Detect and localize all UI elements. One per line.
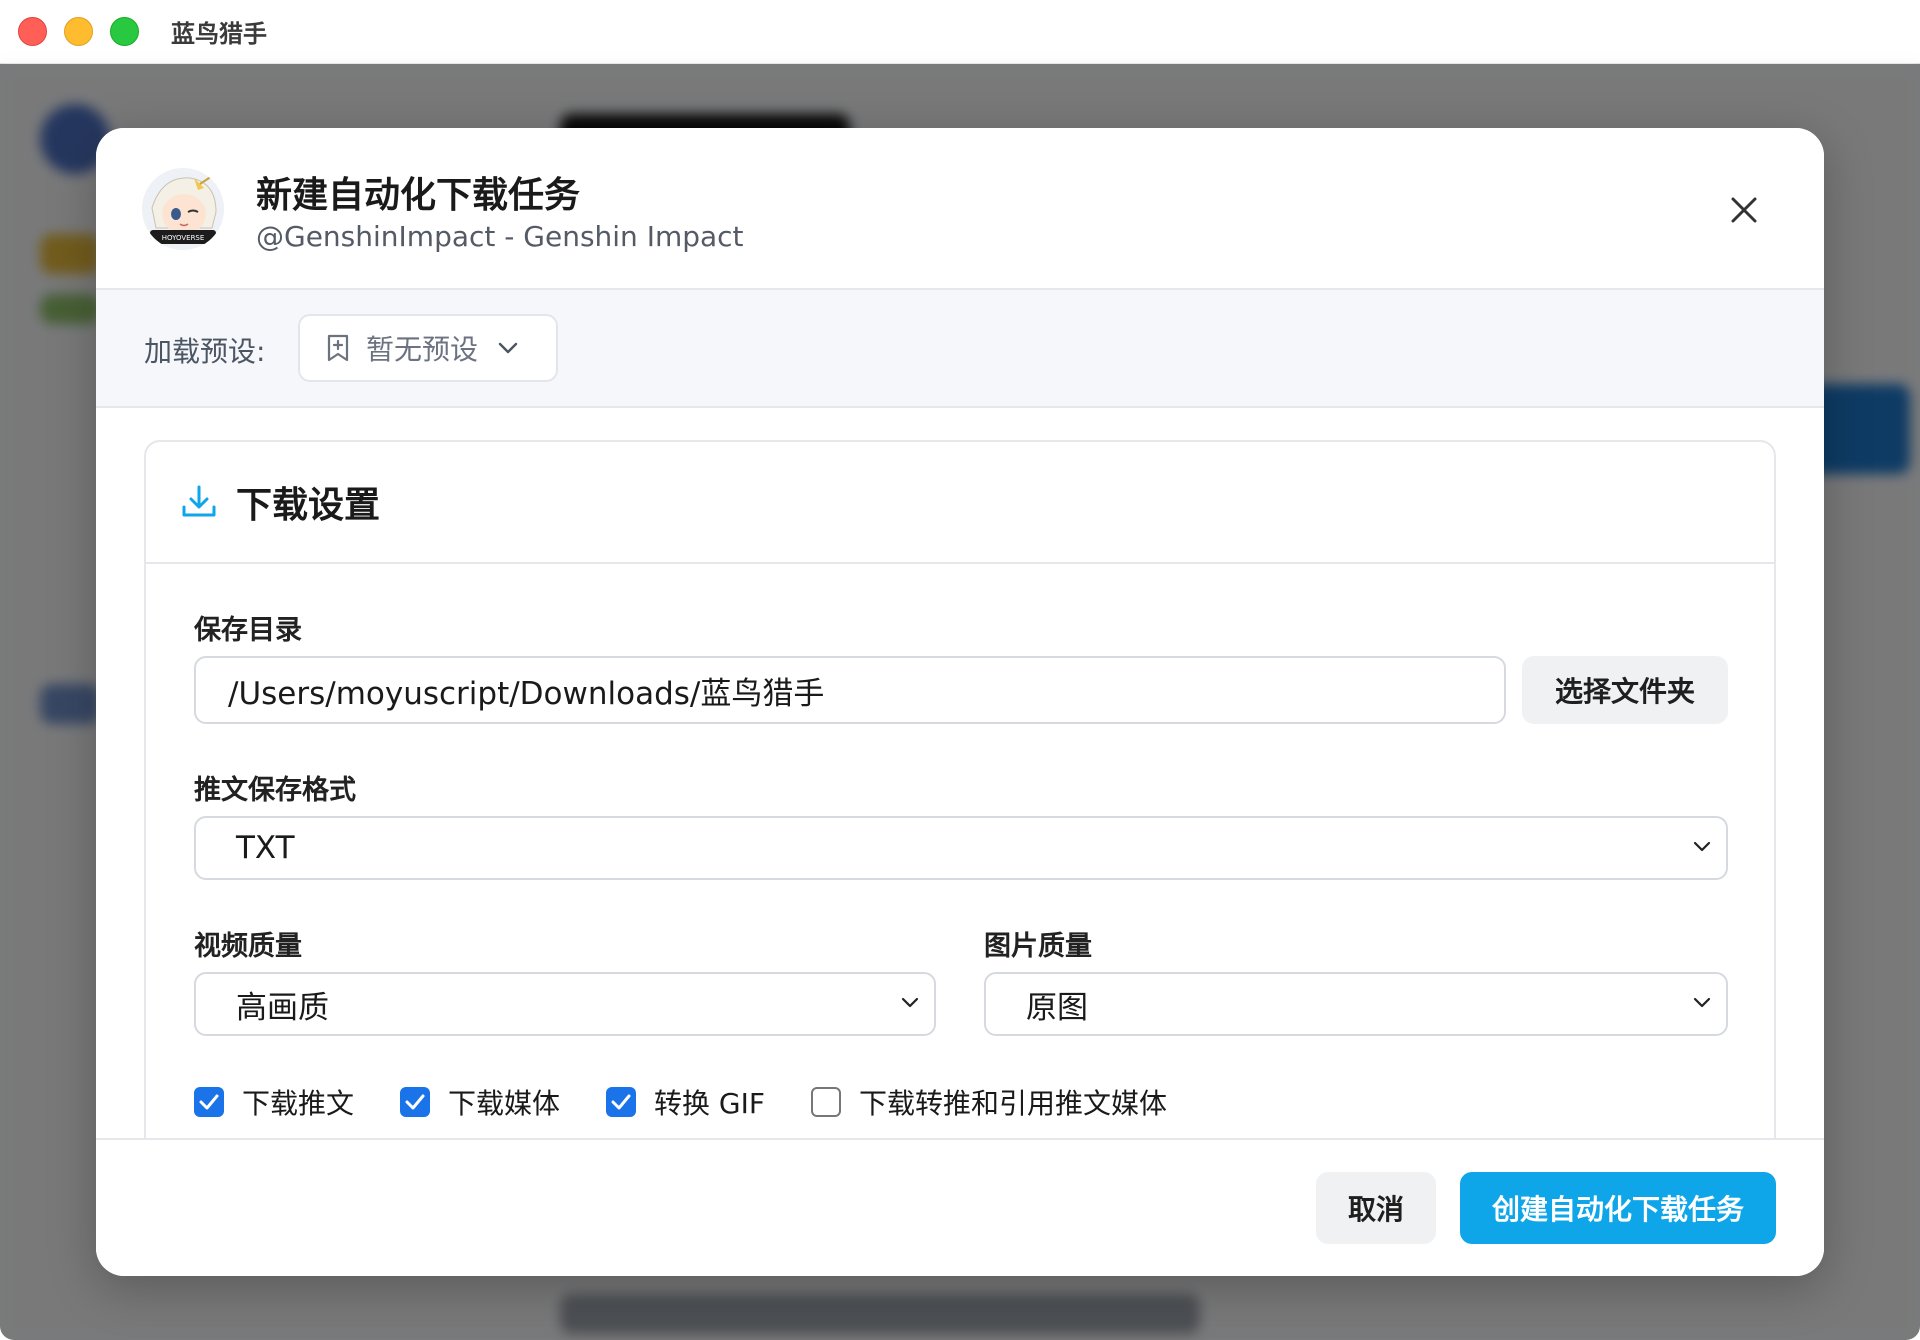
choose-folder-button[interactable]: 选择文件夹: [1522, 656, 1728, 724]
close-icon: [1731, 197, 1757, 223]
image-quality-select[interactable]: 原图: [984, 972, 1728, 1036]
checkmark-icon: [199, 1094, 219, 1110]
avatar: HOYOVERSE: [142, 168, 224, 250]
download-options: 下载推文 下载媒体 转换 GIF 下载转推和引用推文媒体: [194, 1082, 1213, 1122]
create-task-button[interactable]: 创建自动化下载任务: [1460, 1172, 1776, 1244]
window-title: 蓝鸟猎手: [171, 20, 267, 48]
preset-value: 暂无预设: [366, 333, 479, 366]
svg-text:HOYOVERSE: HOYOVERSE: [162, 234, 205, 242]
chevron-down-icon: [498, 342, 518, 354]
download-settings-header: 下载设置: [146, 442, 1774, 564]
checkmark-icon: [611, 1094, 631, 1110]
checkbox-label: 转换 GIF: [654, 1087, 765, 1120]
dialog-header: HOYOVERSE 新建自动化下载任务 @GenshinImpact - Gen…: [96, 128, 1824, 290]
dialog-footer: 取消 创建自动化下载任务: [96, 1138, 1824, 1276]
dialog-close-button[interactable]: [1716, 182, 1772, 238]
dialog-title: 新建自动化下载任务: [256, 175, 581, 216]
preset-label: 加载预设:: [144, 335, 266, 368]
checkbox-label: 下载推文: [242, 1087, 355, 1120]
checkbox-checked[interactable]: [400, 1087, 431, 1117]
checkbox-checked[interactable]: [606, 1087, 637, 1117]
image-quality-value: 原图: [1026, 989, 1088, 1026]
preset-dropdown[interactable]: 暂无预设: [298, 314, 558, 382]
download-media-checkbox[interactable]: 下载媒体: [400, 1082, 560, 1122]
bookmark-plus-icon: [327, 334, 349, 362]
tweet-format-select[interactable]: TXT: [194, 816, 1728, 880]
app-window: 蓝鸟猎手 HOYOVERSE 新建自动化下载任务 @GenshinImpact …: [0, 0, 1920, 1340]
chevron-down-icon: [1693, 997, 1711, 1008]
preset-bar: 加载预设: 暂无预设: [96, 290, 1824, 408]
checkbox-unchecked[interactable]: [811, 1087, 841, 1117]
avatar-image: HOYOVERSE: [142, 168, 224, 250]
window-controls: [18, 17, 139, 46]
checkbox-checked[interactable]: [194, 1087, 224, 1117]
download-settings-title: 下载设置: [236, 485, 381, 526]
video-quality-value: 高画质: [236, 989, 329, 1026]
checkbox-label: 下载转推和引用推文媒体: [859, 1087, 1168, 1120]
chevron-down-icon: [901, 997, 919, 1008]
video-quality-select[interactable]: 高画质: [194, 972, 936, 1036]
save-dir-input[interactable]: /Users/moyuscript/Downloads/蓝鸟猎手: [194, 656, 1506, 724]
image-quality-label: 图片质量: [984, 931, 1092, 962]
checkmark-icon: [405, 1094, 425, 1110]
window-maximize-button[interactable]: [110, 17, 139, 46]
chevron-down-icon: [1693, 841, 1711, 852]
video-quality-label: 视频质量: [194, 931, 302, 962]
tweet-format-value: TXT: [236, 830, 295, 866]
window-minimize-button[interactable]: [64, 17, 93, 46]
window-close-button[interactable]: [18, 17, 47, 46]
tweet-format-label: 推文保存格式: [194, 775, 356, 806]
download-retweet-media-checkbox[interactable]: 下载转推和引用推文媒体: [811, 1082, 1167, 1122]
download-settings-card: 下载设置 保存目录 /Users/moyuscript/Downloads/蓝鸟…: [144, 440, 1776, 1160]
download-tweets-checkbox[interactable]: 下载推文: [194, 1082, 354, 1122]
checkbox-label: 下载媒体: [448, 1087, 561, 1120]
create-task-dialog: HOYOVERSE 新建自动化下载任务 @GenshinImpact - Gen…: [96, 128, 1824, 1276]
cancel-button[interactable]: 取消: [1316, 1172, 1436, 1244]
save-dir-label: 保存目录: [194, 615, 302, 646]
download-icon: [182, 485, 216, 517]
convert-gif-checkbox[interactable]: 转换 GIF: [606, 1082, 765, 1122]
dialog-subtitle: @GenshinImpact - Genshin Impact: [256, 220, 744, 253]
title-bar: 蓝鸟猎手: [0, 0, 1920, 64]
